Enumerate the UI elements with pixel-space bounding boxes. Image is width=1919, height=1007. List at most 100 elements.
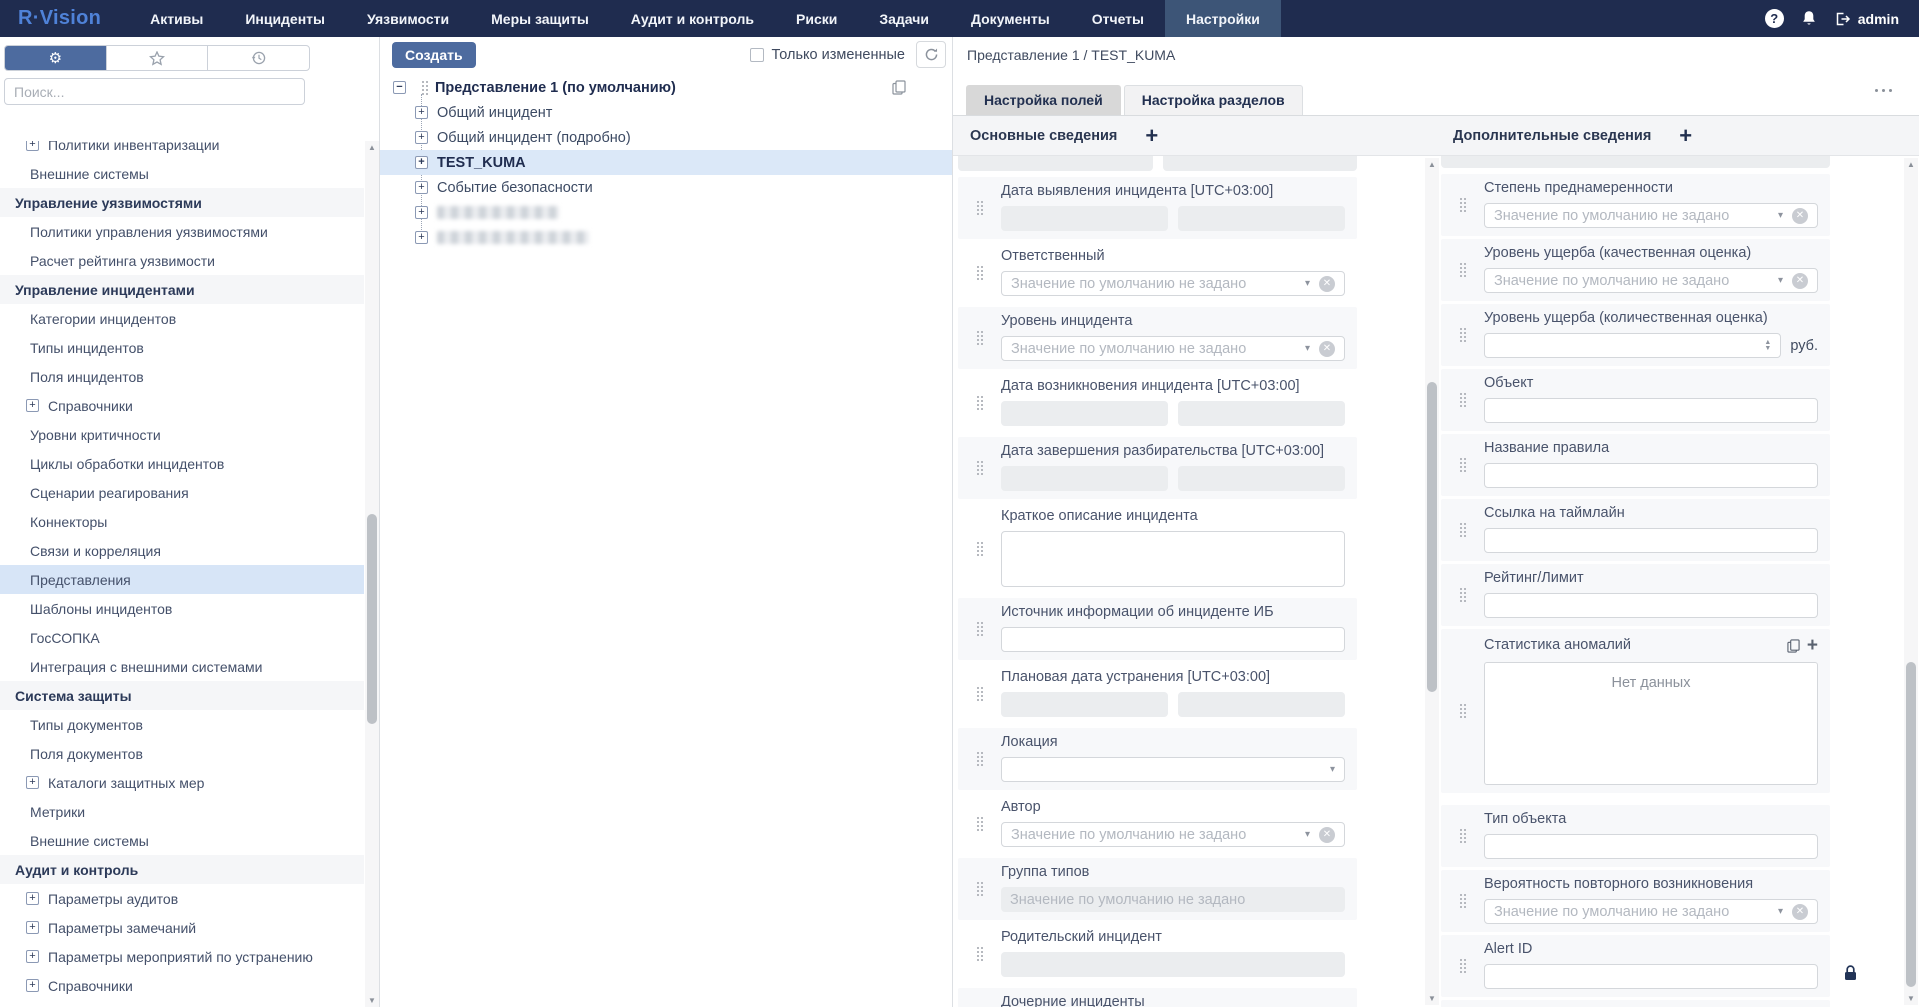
drag-handle-icon[interactable]	[422, 80, 428, 95]
tab-field-settings[interactable]: Настройка полей	[966, 85, 1121, 115]
text-input[interactable]	[1484, 528, 1818, 553]
drag-handle-icon[interactable]	[977, 541, 983, 556]
default-value-select[interactable]: Значение по умолчанию не задано▾✕	[1484, 203, 1818, 228]
default-value-select[interactable]: Значение по умолчанию не задано▾✕	[1001, 271, 1345, 296]
drag-handle-icon[interactable]	[1460, 392, 1466, 407]
scroll-up-arrow[interactable]: ▲	[1904, 158, 1918, 171]
drag-handle-icon[interactable]	[1460, 197, 1466, 212]
sidebar-item[interactable]: +Параметры замечаний	[0, 913, 364, 942]
sidebar-search-input[interactable]	[4, 78, 305, 105]
sidebar-item[interactable]: Шаблоны инцидентов	[0, 594, 364, 623]
drag-handle-icon[interactable]	[1460, 587, 1466, 602]
sidebar-item[interactable]: Внешние системы	[0, 159, 364, 188]
nav-item[interactable]: Документы	[950, 0, 1071, 37]
more-options-icon[interactable]	[1875, 86, 1897, 94]
drag-handle-icon[interactable]	[1460, 828, 1466, 843]
sidebar-item[interactable]: Интеграция с внешними системами	[0, 652, 364, 681]
user-menu[interactable]: admin	[1834, 11, 1899, 27]
expand-plus-icon[interactable]: +	[415, 106, 428, 119]
date-input[interactable]	[1001, 206, 1168, 231]
scroll-up-arrow[interactable]: ▲	[365, 141, 379, 154]
copy-icon[interactable]	[1787, 639, 1800, 653]
collapse-icon[interactable]: −	[393, 81, 406, 94]
number-stepper-icon[interactable]: ▲▼	[1764, 340, 1771, 352]
drag-handle-icon[interactable]	[1460, 893, 1466, 908]
sidebar-item[interactable]: Связи и корреляция	[0, 536, 364, 565]
nav-item[interactable]: Уязвимости	[346, 0, 470, 37]
drag-handle-icon[interactable]	[977, 395, 983, 410]
sidebar-item[interactable]: Поля документов	[0, 739, 364, 768]
clear-icon[interactable]: ✕	[1319, 827, 1335, 843]
sidebar-item[interactable]: +Каталоги защитных мер	[0, 768, 364, 797]
sidebar-item[interactable]: +Справочники	[0, 391, 364, 420]
drag-handle-icon[interactable]	[1460, 958, 1466, 973]
sidebar-item[interactable]: Требования	[0, 1000, 364, 1007]
tab-favorites[interactable]	[107, 46, 209, 70]
sidebar-item[interactable]: Поля инцидентов	[0, 362, 364, 391]
create-button[interactable]: Создать	[392, 42, 476, 68]
scroll-down-arrow[interactable]: ▼	[1425, 992, 1439, 1005]
sidebar-item[interactable]: ГосСОПКА	[0, 623, 364, 652]
add-field-icon[interactable]: +	[1145, 125, 1158, 147]
sidebar-item[interactable]: Расчет рейтинга уязвимости	[0, 246, 364, 275]
tab-history[interactable]	[208, 46, 309, 70]
expand-plus-icon[interactable]: +	[415, 131, 428, 144]
nav-item[interactable]: Настройки	[1165, 0, 1281, 37]
default-value-select[interactable]: ▾	[1001, 757, 1345, 782]
tab-settings[interactable]: ⚙	[5, 46, 107, 70]
sidebar-item[interactable]: Типы документов	[0, 710, 364, 739]
drag-handle-icon[interactable]	[977, 265, 983, 280]
drag-handle-icon[interactable]	[977, 686, 983, 701]
scroll-down-arrow[interactable]: ▼	[1904, 992, 1918, 1005]
drag-handle-icon[interactable]	[1460, 327, 1466, 342]
text-input[interactable]	[1484, 964, 1818, 989]
tree-item[interactable]: +Общий инцидент (подробно)	[380, 125, 952, 150]
tree-item[interactable]: +Событие безопасности	[380, 175, 952, 200]
date-input[interactable]	[1001, 466, 1168, 491]
text-input[interactable]	[1484, 834, 1818, 859]
sidebar-item[interactable]: Представления	[0, 565, 364, 594]
sidebar-item[interactable]: Метрики	[0, 797, 364, 826]
expand-plus-icon[interactable]: +	[415, 181, 428, 194]
refresh-button[interactable]	[916, 41, 946, 68]
drag-handle-icon[interactable]	[977, 816, 983, 831]
date-input[interactable]	[1163, 156, 1358, 171]
clear-icon[interactable]: ✕	[1319, 276, 1335, 292]
drag-handle-icon[interactable]	[977, 460, 983, 475]
nav-item[interactable]: Риски	[775, 0, 858, 37]
clear-icon[interactable]: ✕	[1319, 341, 1335, 357]
drag-handle-icon[interactable]	[977, 330, 983, 345]
drag-handle-icon[interactable]	[977, 946, 983, 961]
drag-handle-icon[interactable]	[1460, 703, 1466, 718]
clear-icon[interactable]: ✕	[1792, 208, 1808, 224]
nav-item[interactable]: Аудит и контроль	[610, 0, 775, 37]
clear-icon[interactable]: ✕	[1792, 904, 1808, 920]
help-icon[interactable]: ?	[1765, 9, 1784, 28]
default-value-select[interactable]: Значение по умолчанию не задано▾✕	[1484, 268, 1818, 293]
drag-handle-icon[interactable]	[977, 881, 983, 896]
add-item-icon[interactable]: +	[1807, 636, 1818, 655]
sidebar-item[interactable]: Внешние системы	[0, 826, 364, 855]
sidebar-item[interactable]: Циклы обработки инцидентов	[0, 449, 364, 478]
date-input[interactable]	[1178, 692, 1345, 717]
date-input[interactable]	[958, 156, 1153, 171]
copy-icon[interactable]	[892, 80, 906, 95]
tree-item[interactable]: +TEST_KUMA	[380, 150, 952, 175]
sidebar-item[interactable]: +Политики инвентаризации	[0, 141, 364, 159]
notifications-bell-icon[interactable]	[1801, 10, 1817, 28]
expand-plus-icon[interactable]: +	[415, 231, 428, 244]
drag-handle-icon[interactable]	[977, 200, 983, 215]
drag-handle-icon[interactable]	[977, 621, 983, 636]
nav-item[interactable]: Меры защиты	[470, 0, 610, 37]
scroll-down-arrow[interactable]: ▼	[365, 994, 379, 1007]
add-field-icon[interactable]: +	[1679, 125, 1692, 147]
drag-handle-icon[interactable]	[1460, 522, 1466, 537]
text-input[interactable]	[1484, 593, 1818, 618]
date-input[interactable]	[1178, 401, 1345, 426]
expand-plus-icon[interactable]: +	[26, 950, 39, 963]
scrollbar-thumb[interactable]	[1427, 382, 1437, 692]
expand-plus-icon[interactable]: +	[415, 206, 428, 219]
tree-item-redacted[interactable]: +	[380, 200, 952, 225]
sidebar-item[interactable]: +Параметры аудитов	[0, 884, 364, 913]
textarea-input[interactable]	[1001, 531, 1345, 587]
